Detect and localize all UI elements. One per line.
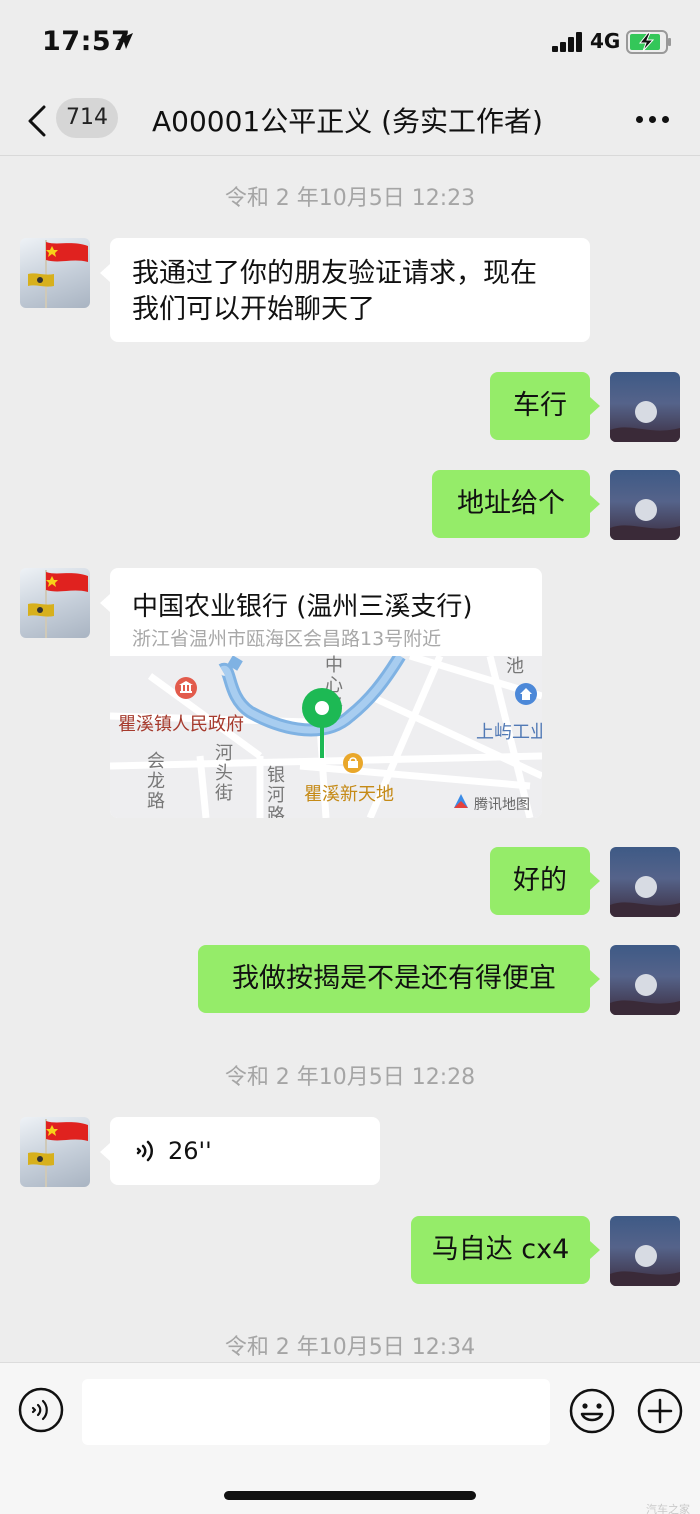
flag-icon <box>28 1119 88 1187</box>
my-avatar[interactable] <box>610 1216 680 1286</box>
battery-charging-icon <box>626 30 671 54</box>
voice-message-bubble[interactable]: 26'' <box>110 1117 380 1185</box>
map-label-yinhe-road: 银河路 <box>267 765 285 819</box>
location-address: 浙江省温州市瓯海区会昌路13号附近 <box>132 628 442 650</box>
message-text-line: 我们可以开始聊天了 <box>132 294 375 325</box>
location-name: 中国农业银行 (温州三溪支行) <box>132 592 473 622</box>
shopping-poi-icon <box>343 753 363 773</box>
astronaut-icon <box>610 876 680 917</box>
flag-icon <box>28 570 88 638</box>
bubble-tail <box>100 264 110 282</box>
message-text-line: 我通过了你的朋友验证请求，现在 <box>132 258 537 289</box>
astronaut-icon <box>610 974 680 1015</box>
location-map[interactable]: 瞿溪镇人民政府 上屿工业 中心路 池 会龙路 河头街 银河路 瞿溪新天地 腾讯地… <box>110 656 542 818</box>
message-bubble-outgoing[interactable]: 马自达 cx4 <box>411 1216 590 1284</box>
astronaut-icon <box>610 1245 680 1286</box>
map-label-hetou-street: 河头街 <box>215 743 233 804</box>
contact-avatar[interactable] <box>20 568 90 638</box>
timestamp: 令和 2 年10月5日 12:23 <box>224 186 476 211</box>
home-poi-icon <box>515 683 537 705</box>
message-bubble-outgoing[interactable]: 好的 <box>490 847 590 915</box>
message-bubble-outgoing[interactable]: 我做按揭是不是还有得便宜 <box>198 945 590 1013</box>
map-pin-icon <box>302 688 342 758</box>
location-card[interactable]: 中国农业银行 (温州三溪支行) 浙江省温州市瓯海区会昌路13号附近 瞿溪镇人民政… <box>110 568 542 818</box>
voice-toggle-icon[interactable] <box>18 1387 64 1433</box>
watermark: 汽车之家 <box>646 1503 690 1514</box>
bubble-tail <box>590 970 600 988</box>
map-label-tiandi: 瞿溪新天地 <box>304 784 394 805</box>
input-bar: 汽车之家 <box>0 1362 700 1514</box>
plus-icon[interactable] <box>636 1387 684 1435</box>
voice-wave-icon <box>136 1140 153 1162</box>
astronaut-icon <box>610 499 680 540</box>
contact-avatar[interactable] <box>20 238 90 308</box>
tencent-map-logo-icon <box>454 794 468 808</box>
government-icon <box>175 677 197 699</box>
status-bar: 17:57 4G <box>0 0 700 86</box>
bubble-tail <box>100 1143 110 1161</box>
network-type: 4G <box>590 29 621 53</box>
my-avatar[interactable] <box>610 372 680 442</box>
map-brand: 腾讯地图 <box>474 797 530 813</box>
home-indicator[interactable] <box>224 1491 476 1500</box>
message-bubble-outgoing[interactable]: 车行 <box>490 372 590 440</box>
timestamp: 令和 2 年10月5日 12:28 <box>224 1065 476 1090</box>
bubble-tail <box>590 397 600 415</box>
timestamp: 令和 2 年10月5日 12:34 <box>224 1335 476 1360</box>
chat-title: A00001公平正义 (务实工作者) <box>152 105 543 138</box>
map-label-shangyu: 上屿工业 <box>476 722 542 743</box>
contact-avatar[interactable] <box>20 1117 90 1187</box>
message-input[interactable] <box>82 1379 550 1445</box>
my-avatar[interactable] <box>610 470 680 540</box>
map-label-huilong-road: 会龙路 <box>147 751 165 812</box>
more-icon[interactable] <box>636 116 670 124</box>
emoji-icon[interactable] <box>568 1387 616 1435</box>
flag-icon <box>28 240 88 308</box>
voice-duration: 26'' <box>168 1137 212 1165</box>
unread-count-badge[interactable]: 714 <box>56 98 118 138</box>
bubble-tail <box>590 872 600 890</box>
message-bubble-outgoing[interactable]: 地址给个 <box>432 470 590 538</box>
back-chevron-icon[interactable] <box>24 104 50 138</box>
bubble-tail <box>590 495 600 513</box>
astronaut-icon <box>610 401 680 442</box>
location-arrow-icon <box>117 33 133 49</box>
my-avatar[interactable] <box>610 847 680 917</box>
map-label-chi: 池 <box>506 656 524 677</box>
map-label-gov: 瞿溪镇人民政府 <box>118 714 244 735</box>
bubble-tail <box>590 1241 600 1259</box>
bubble-tail <box>100 594 110 612</box>
my-avatar[interactable] <box>610 945 680 1015</box>
signal-icon <box>552 32 584 52</box>
chat-header: 714 A00001公平正义 (务实工作者) <box>0 86 700 156</box>
message-bubble-incoming[interactable]: 我通过了你的朋友验证请求，现在 我们可以开始聊天了 <box>110 238 590 342</box>
